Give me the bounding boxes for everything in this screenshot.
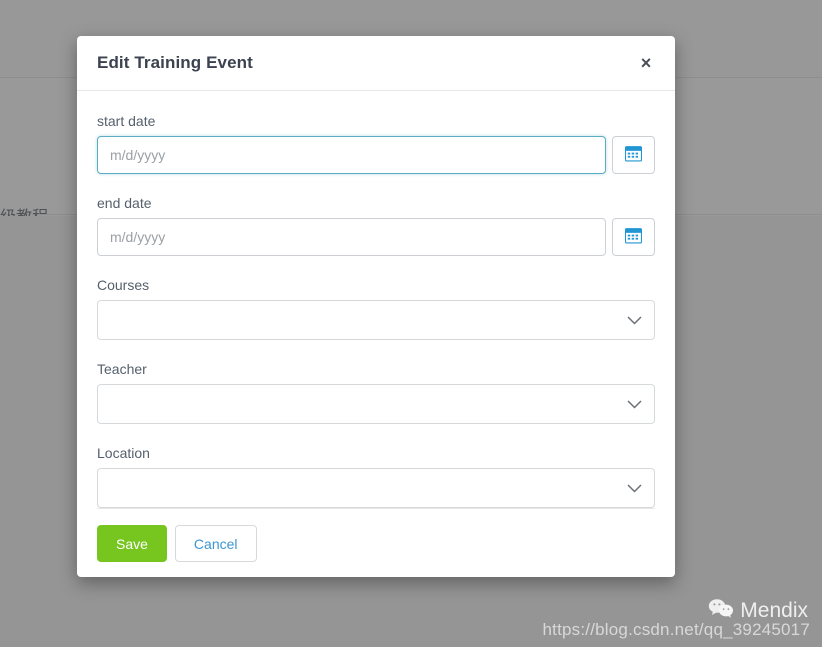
close-icon[interactable]: ×: [633, 50, 659, 76]
start-date-row: [97, 136, 655, 174]
start-date-calendar-button[interactable]: [612, 136, 655, 174]
teacher-select[interactable]: [97, 384, 655, 424]
end-date-label: end date: [97, 195, 152, 211]
end-date-input[interactable]: [97, 218, 606, 256]
dialog-body: start date m/d/yyyy end date m/d/yyyy Co…: [77, 91, 675, 508]
teacher-label: Teacher: [97, 361, 147, 377]
chevron-down-icon: [627, 480, 642, 496]
courses-select[interactable]: [97, 300, 655, 340]
dialog-title: Edit Training Event: [97, 53, 253, 72]
start-date-label: start date: [97, 113, 156, 129]
start-date-input[interactable]: [97, 136, 606, 174]
watermark-url: https://blog.csdn.net/qq_39245017: [542, 620, 810, 639]
chevron-down-icon: [627, 396, 642, 412]
save-button[interactable]: Save: [97, 525, 167, 562]
edit-training-event-dialog: Edit Training Event × start date m/d/yyy…: [77, 36, 675, 577]
end-date-calendar-button[interactable]: [612, 218, 655, 256]
courses-label: Courses: [97, 277, 150, 293]
field-teacher: Teacher: [97, 361, 655, 424]
dialog-header: Edit Training Event ×: [77, 36, 675, 91]
field-start-date: start date: [97, 113, 655, 174]
location-select[interactable]: [97, 468, 655, 508]
dialog-footer: Save Cancel: [97, 508, 655, 582]
field-courses: Courses: [97, 277, 655, 340]
field-end-date: end date: [97, 195, 655, 256]
calendar-icon: [625, 227, 642, 247]
calendar-icon: [625, 145, 642, 165]
chevron-down-icon: [627, 312, 642, 328]
field-location: Location: [97, 445, 655, 508]
cancel-button[interactable]: Cancel: [174, 525, 257, 562]
location-label: Location: [97, 445, 150, 461]
end-date-row: [97, 218, 655, 256]
